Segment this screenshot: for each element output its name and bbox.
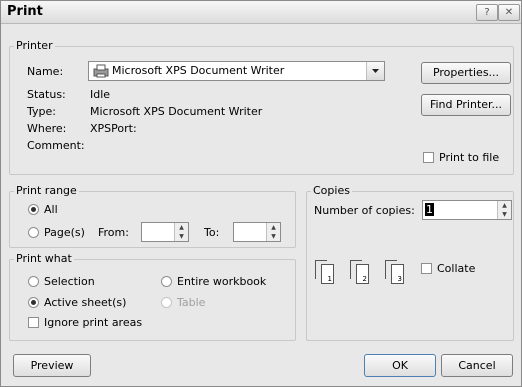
to-spinner[interactable]: ▲ ▼ [266, 223, 280, 241]
type-value: Microsoft XPS Document Writer [90, 105, 263, 118]
ok-button[interactable]: OK [364, 354, 436, 377]
copies-spinner[interactable]: ▲ ▼ [497, 201, 511, 219]
spin-up-icon: ▲ [502, 202, 507, 209]
pages-label: Page(s) [44, 226, 85, 239]
where-label: Where: [27, 122, 67, 135]
printer-group-label: Printer [14, 39, 55, 52]
active-sheets-label: Active sheet(s) [44, 296, 127, 309]
ignore-print-areas-checkbox[interactable] [28, 317, 39, 328]
to-label: To: [204, 226, 220, 239]
spin-up-icon: ▲ [179, 224, 184, 231]
dropdown-button[interactable] [366, 62, 384, 80]
all-radio[interactable] [28, 204, 39, 215]
pages-radio[interactable] [28, 227, 39, 238]
from-label: From: [98, 226, 129, 239]
all-label: All [44, 203, 58, 216]
printer-name-value: Microsoft XPS Document Writer [112, 64, 285, 77]
name-label: Name: [27, 65, 64, 78]
spin-down-icon: ▼ [502, 211, 507, 218]
chevron-down-icon [372, 69, 379, 73]
help-button[interactable]: ? [476, 4, 498, 21]
cancel-button[interactable]: Cancel [441, 354, 513, 377]
active-sheets-radio[interactable] [28, 297, 39, 308]
spin-up-icon: ▲ [271, 224, 276, 231]
ignore-print-areas-label: Ignore print areas [44, 316, 143, 329]
number-of-copies-input[interactable]: 1 ▲ ▼ [422, 200, 512, 220]
from-spinner[interactable]: ▲ ▼ [174, 223, 188, 241]
title-bar: Print ? ✕ [1, 1, 521, 24]
entire-workbook-radio[interactable] [161, 276, 172, 287]
table-label: Table [177, 296, 206, 309]
page-1-back [315, 260, 327, 279]
entire-workbook-label: Entire workbook [177, 275, 267, 288]
selection-label: Selection [44, 275, 95, 288]
print-what-label: Print what [14, 252, 74, 265]
printer-name-select[interactable]: Microsoft XPS Document Writer [88, 61, 385, 81]
print-to-file-checkbox[interactable] [423, 152, 434, 163]
type-label: Type: [27, 105, 56, 118]
print-dialog: Print ? ✕ Printer Name: Microsoft XPS Do… [0, 0, 522, 387]
properties-button[interactable]: Properties... [421, 62, 511, 84]
selection-radio[interactable] [28, 276, 39, 287]
printer-icon [93, 64, 109, 78]
preview-button[interactable]: Preview [13, 354, 91, 377]
status-label: Status: [27, 88, 66, 101]
spin-down-icon: ▼ [179, 233, 184, 240]
page-3-back [385, 260, 397, 279]
page-2-back [350, 260, 362, 279]
table-radio [161, 297, 172, 308]
number-of-copies-label: Number of copies: [314, 204, 415, 217]
dialog-title: Print [7, 4, 43, 19]
status-value: Idle [90, 88, 111, 101]
find-printer-button[interactable]: Find Printer... [421, 94, 511, 116]
from-input[interactable]: ▲ ▼ [141, 222, 189, 242]
close-button[interactable]: ✕ [498, 4, 520, 21]
comment-label: Comment: [27, 139, 85, 152]
print-to-file-label: Print to file [439, 151, 500, 164]
copies-label: Copies [311, 184, 352, 197]
print-range-label: Print range [14, 184, 79, 197]
spin-down-icon: ▼ [271, 233, 276, 240]
number-of-copies-value: 1 [425, 203, 434, 216]
collate-checkbox[interactable] [421, 263, 432, 274]
where-value: XPSPort: [90, 122, 137, 135]
collate-label: Collate [437, 262, 476, 275]
to-input[interactable]: ▲ ▼ [233, 222, 281, 242]
